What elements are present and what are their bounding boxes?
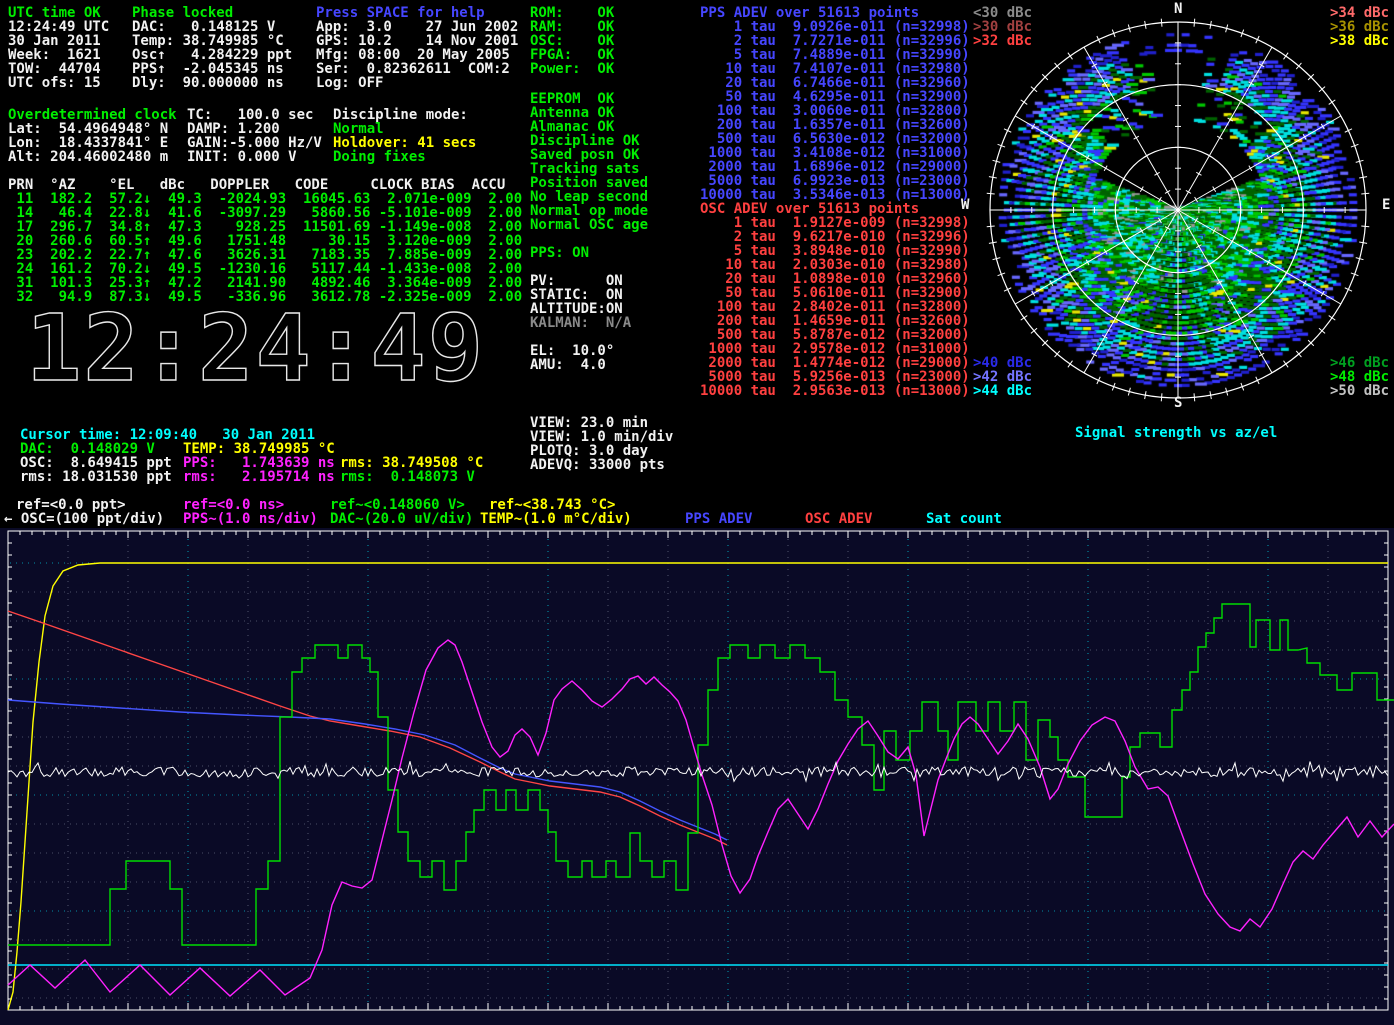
- text-line: PPS: ON: [530, 246, 589, 261]
- text-line: DAC~(20.0 uV/div): [330, 512, 473, 527]
- text-line: Dly: 90.000000 ns: [132, 76, 284, 91]
- text-line: rms: 2.195714 ns: [183, 470, 335, 485]
- text-line: Alt: 204.46002480 m: [8, 150, 168, 165]
- text-line: PPS~(1.0 ns/div): [183, 512, 318, 527]
- text-line: W: [961, 198, 969, 213]
- text-line: KALMAN: N/A: [530, 316, 631, 331]
- text-line: Power: OK: [530, 62, 614, 77]
- text-line: TEMP~(1.0 m°C/div): [480, 512, 632, 527]
- text-line: Sat count: [926, 512, 1002, 527]
- text-line: Log: OFF: [316, 76, 383, 91]
- text-line: PPS ADEV: [685, 512, 752, 527]
- text-line: >32 dBc: [973, 34, 1032, 49]
- text-line: >44 dBc: [973, 384, 1032, 399]
- text-line: ← OSC=(100 ppt/div): [4, 512, 164, 527]
- text-line: INIT: 0.000 V: [187, 150, 297, 165]
- text-line: rms: 18.031530 ppt: [20, 470, 172, 485]
- text-line: E: [1382, 198, 1390, 213]
- text-line: Doing fixes: [333, 150, 426, 165]
- text-line: >50 dBc: [1330, 384, 1389, 399]
- text-line: S: [1174, 396, 1182, 411]
- terminal-text-layer: UTC time OK12:24:49 UTC30 Jan 2011Week: …: [0, 0, 1394, 1025]
- text-line: 10000 tau 2.9563e-013 (n=13000): [700, 384, 970, 399]
- text-line: Normal OSC age: [530, 218, 648, 233]
- text-line: rms: 0.148073 V: [340, 470, 475, 485]
- text-line: Signal strength vs az/el: [1075, 426, 1277, 441]
- text-line: N: [1174, 2, 1182, 17]
- text-line: AMU: 4.0: [530, 358, 606, 373]
- text-line: OSC ADEV: [805, 512, 872, 527]
- text-line: ADEVQ: 33000 pts: [530, 458, 665, 473]
- text-line: UTC ofs: 15: [8, 76, 101, 91]
- text-line: >38 dBc: [1330, 34, 1389, 49]
- lady-heather-window: 12:24:49 UTC time OK12:24:49 UTC30 Jan 2…: [0, 0, 1394, 1025]
- text-line: 32 94.9 87.3↓ 49.5 -336.96 3612.78 -2.32…: [8, 290, 522, 305]
